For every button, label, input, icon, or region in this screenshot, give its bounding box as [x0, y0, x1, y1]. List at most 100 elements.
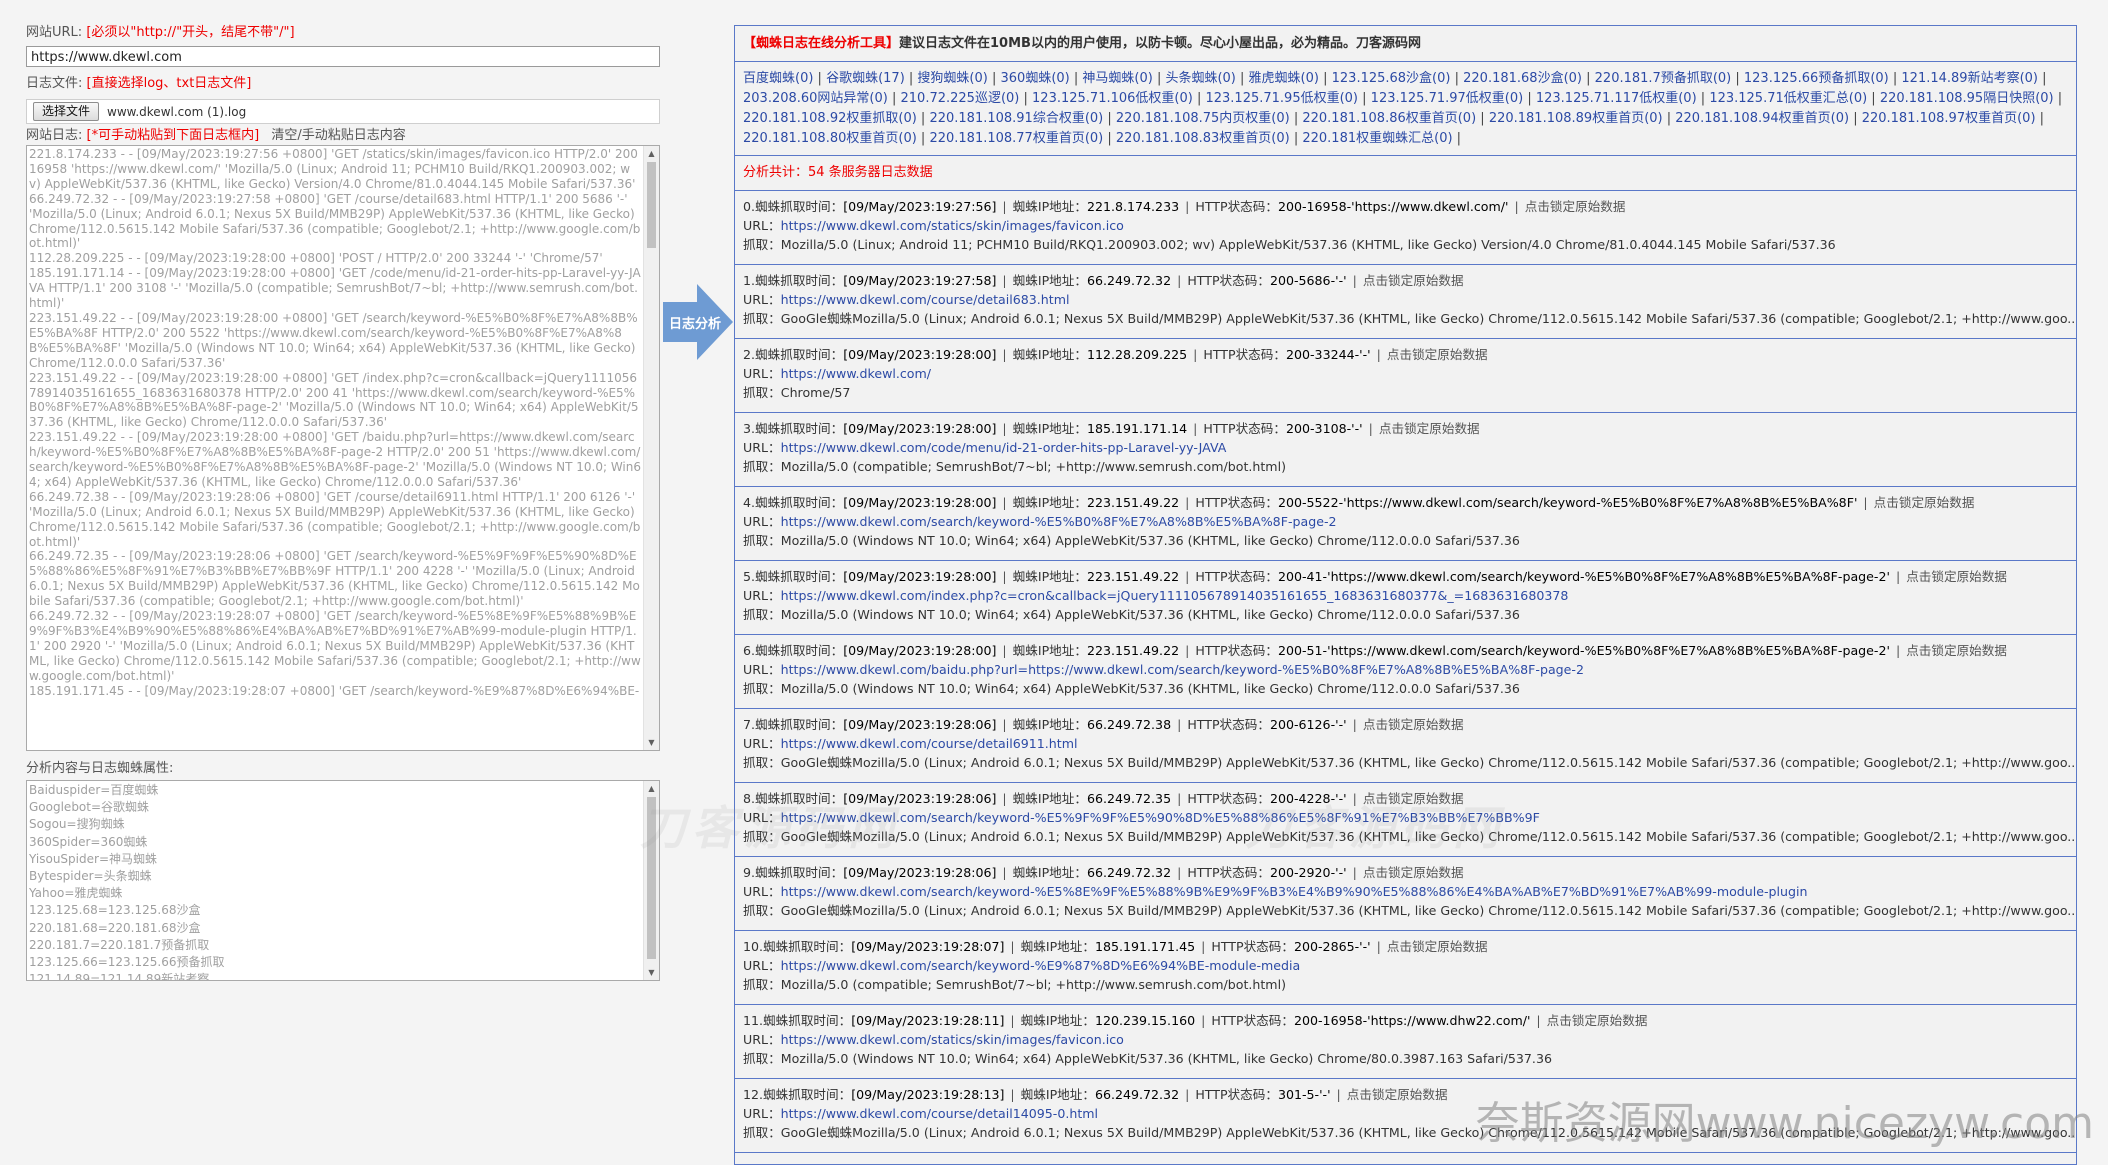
status-label: HTTP状态码：: [1195, 199, 1278, 214]
entry-url-link[interactable]: https://www.dkewl.com/code/menu/id-21-or…: [781, 440, 1227, 455]
separator: |: [1368, 421, 1373, 436]
entry-url-link[interactable]: https://www.dkewl.com/index.php?c=cron&c…: [781, 588, 1569, 603]
scroll-up-icon[interactable]: ▲: [644, 146, 659, 161]
entry-url-link[interactable]: https://www.dkewl.com/search/keyword-%E5…: [781, 514, 1337, 529]
ip-label: 蜘蛛IP地址：: [1012, 495, 1087, 510]
entry-url-link[interactable]: https://www.dkewl.com/: [781, 366, 931, 381]
spider-count-link[interactable]: 头条蜘蛛(0): [1165, 71, 1235, 86]
spider-count-link[interactable]: 220.181.108.94权重首页(0): [1675, 111, 1849, 126]
spider-count-link[interactable]: 121.14.89新站考察(0): [1901, 71, 2038, 86]
spider-count-link[interactable]: 220.181.108.75内页权重(0): [1116, 111, 1290, 126]
log-entry: 6.蜘蛛抓取时间：[09/May/2023:19:28:00] | 蜘蛛IP地址：2…: [735, 635, 2076, 709]
spider-count-link[interactable]: 220.181.108.91综合权重(0): [929, 111, 1103, 126]
spider-count-link[interactable]: 220.181.108.97权重首页(0): [1862, 111, 2036, 126]
entry-url-link[interactable]: https://www.dkewl.com/course/detail6911.…: [781, 736, 1078, 751]
choose-file-button[interactable]: 选择文件: [33, 102, 100, 121]
spider-count-link[interactable]: 203.208.60网站异常(0): [743, 91, 888, 106]
attr-textarea[interactable]: Baiduspider=百度蜘蛛 Googlebot=谷歌蜘蛛 Sogou=搜狗…: [26, 780, 660, 981]
entry-url-link[interactable]: https://www.dkewl.com/baidu.php?url=http…: [781, 662, 1584, 677]
status-label: HTTP状态码：: [1211, 1013, 1294, 1028]
spider-count-link[interactable]: 神马蜘蛛(0): [1082, 71, 1152, 86]
spider-ip: 66.249.72.38: [1086, 717, 1172, 732]
entry-url-link[interactable]: https://www.dkewl.com/search/keyword-%E5…: [781, 884, 1808, 899]
spider-count-link[interactable]: 220.181.108.83权重首页(0): [1116, 131, 1290, 146]
analyze-button-label[interactable]: 日志分析: [664, 313, 726, 332]
spider-count-link[interactable]: 谷歌蜘蛛(17): [826, 71, 905, 86]
lock-raw-data-link[interactable]: 点击锁定原始数据: [1363, 273, 1464, 288]
log-entry: 2.蜘蛛抓取时间：[09/May/2023:19:28:00] | 蜘蛛IP地址：1…: [735, 339, 2076, 413]
site-url-input[interactable]: https://www.dkewl.com: [26, 46, 660, 67]
spider-count-link[interactable]: 220.181.108.92权重抓取(0): [743, 111, 917, 126]
spider-count-link[interactable]: 百度蜘蛛(0): [743, 71, 813, 86]
clear-log-link[interactable]: 清空/手动粘贴日志内容: [271, 128, 405, 143]
status-label: HTTP状态码：: [1195, 495, 1278, 510]
log-scrollbar[interactable]: ▲ ▼: [643, 146, 659, 750]
spider-count-link[interactable]: 搜狗蜘蛛(0): [917, 71, 987, 86]
lock-raw-data-link[interactable]: 点击锁定原始数据: [1525, 199, 1626, 214]
scroll-down-icon[interactable]: ▼: [644, 965, 659, 980]
spider-count-link[interactable]: 雅虎蜘蛛(0): [1249, 71, 1319, 86]
spider-count-link[interactable]: 220.181权重蜘蛛汇总(0): [1302, 131, 1452, 146]
log-textarea[interactable]: 221.8.174.233 - - [09/May/2023:19:27:56 …: [26, 145, 660, 751]
time-label: 蜘蛛抓取时间：: [763, 1013, 852, 1028]
http-status: 200-5686-'-': [1269, 273, 1347, 288]
spider-count-link[interactable]: 220.181.108.89权重首页(0): [1489, 111, 1663, 126]
url-hint: [必须以"http://"开头，结尾不带"/"]: [86, 25, 295, 40]
lock-raw-data-link[interactable]: 点击锁定原始数据: [1363, 865, 1464, 880]
spider-count-link[interactable]: 220.181.108.95隔日快照(0): [1880, 91, 2054, 106]
separator: |: [1352, 273, 1357, 288]
spider-count-link[interactable]: 123.125.66预备抓取(0): [1744, 71, 1889, 86]
entry-index: 0.: [743, 199, 756, 214]
spider-count-link[interactable]: 123.125.68沙盒(0): [1332, 71, 1451, 86]
lock-raw-data-link[interactable]: 点击锁定原始数据: [1363, 717, 1464, 732]
entry-url-link[interactable]: https://www.dkewl.com/statics/skin/image…: [781, 218, 1124, 233]
entry-url-link[interactable]: https://www.dkewl.com/statics/skin/image…: [781, 1032, 1124, 1047]
spider-ip: 185.191.171.14: [1086, 421, 1188, 436]
spider-count-link[interactable]: 220.181.7预备抓取(0): [1595, 71, 1732, 86]
spider-count-link[interactable]: 123.125.71.97低权重(0): [1371, 91, 1524, 106]
separator: |: [1536, 1013, 1541, 1028]
spider-count-link[interactable]: 123.125.71.117低权重(0): [1536, 91, 1697, 106]
spider-count-link[interactable]: 360蜘蛛(0): [1001, 71, 1070, 86]
user-agent: Mozilla/5.0 (Windows NT 10.0; Win64; x64…: [780, 533, 1520, 549]
spider-count-link[interactable]: 220.181.108.77权重首页(0): [929, 131, 1103, 146]
lock-raw-data-link[interactable]: 点击锁定原始数据: [1347, 1087, 1448, 1102]
spider-count-link[interactable]: 123.125.71.95低权重(0): [1205, 91, 1358, 106]
status-label: HTTP状态码：: [1195, 1087, 1278, 1102]
attr-label: 分析内容与日志蜘蛛属性:: [26, 761, 174, 776]
lock-raw-data-link[interactable]: 点击锁定原始数据: [1387, 347, 1488, 362]
result-panel: 【蜘蛛日志在线分析工具】建议日志文件在10MB以内的用户使用，以防卡顿。尽心小屋…: [734, 25, 2077, 1165]
entry-url-link[interactable]: https://www.dkewl.com/course/detail14095…: [781, 1106, 1098, 1121]
url-label: URL：: [743, 218, 781, 234]
log-entry: 1.蜘蛛抓取时间：[09/May/2023:19:27:58] | 蜘蛛IP地址：6…: [735, 265, 2076, 339]
entry-url-link[interactable]: https://www.dkewl.com/course/detail683.h…: [781, 292, 1070, 307]
log-label-row: 网站日志: [*可手动粘贴到下面日志框内] 清空/手动粘贴日志内容: [26, 127, 660, 145]
ua-label: 抓取：: [743, 385, 781, 401]
time-label: 蜘蛛抓取时间：: [763, 1087, 852, 1102]
scroll-down-icon[interactable]: ▼: [644, 735, 659, 750]
spider-count-link[interactable]: 123.125.71低权重汇总(0): [1709, 91, 1867, 106]
spider-count-link[interactable]: 123.125.71.106低权重(0): [1032, 91, 1193, 106]
lock-raw-data-link[interactable]: 点击锁定原始数据: [1387, 939, 1488, 954]
separator: |: [1069, 71, 1083, 86]
lock-raw-data-link[interactable]: 点击锁定原始数据: [1874, 495, 1975, 510]
entry-url-link[interactable]: https://www.dkewl.com/search/keyword-%E9…: [781, 958, 1301, 973]
entry-index: 6.: [743, 643, 756, 658]
entry-index: 4.: [743, 495, 756, 510]
spider-count-link[interactable]: 210.72.225巡逻(0): [901, 91, 1020, 106]
crawl-time: [09/May/2023:19:28:06]: [843, 717, 997, 732]
ua-label: 抓取：: [743, 1125, 781, 1141]
spider-count-link[interactable]: 220.181.108.80权重首页(0): [743, 131, 917, 146]
time-label: 蜘蛛抓取时间：: [755, 495, 844, 510]
scroll-thumb[interactable]: [647, 162, 656, 248]
lock-raw-data-link[interactable]: 点击锁定原始数据: [1547, 1013, 1648, 1028]
separator: |: [1376, 939, 1381, 954]
http-status: 200-2865-'-': [1293, 939, 1371, 954]
file-label: 日志文件:: [26, 76, 83, 91]
spider-count-link[interactable]: 220.181.68沙盒(0): [1463, 71, 1582, 86]
lock-raw-data-link[interactable]: 点击锁定原始数据: [1379, 421, 1480, 436]
spider-count-link[interactable]: 220.181.108.86权重首页(0): [1302, 111, 1476, 126]
lock-raw-data-link[interactable]: 点击锁定原始数据: [1906, 569, 2007, 584]
entry-index: 10.: [743, 939, 764, 954]
lock-raw-data-link[interactable]: 点击锁定原始数据: [1906, 643, 2007, 658]
